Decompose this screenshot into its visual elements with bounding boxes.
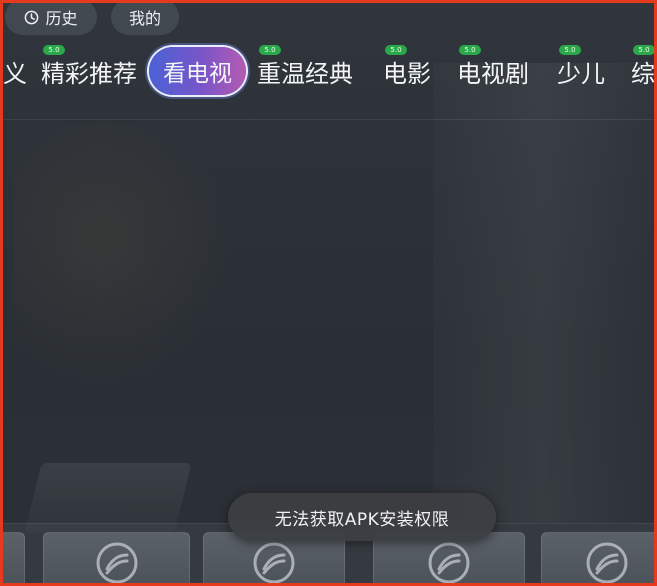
tab-label: 精彩推荐 bbox=[41, 59, 137, 88]
tab-label: 重温经典 bbox=[257, 59, 353, 88]
tab-label: 综 bbox=[631, 59, 655, 88]
tab-badge: 5.0 bbox=[259, 45, 281, 55]
tab-classics[interactable]: 5.0 重温经典 bbox=[257, 45, 353, 91]
history-button[interactable]: 历史 bbox=[5, 3, 97, 35]
content-tile[interactable] bbox=[3, 532, 25, 583]
toast-text: 无法获取APK安装权限 bbox=[274, 509, 450, 530]
tab-watch-tv-active[interactable]: 看电视 bbox=[149, 47, 246, 95]
tab-badge: 5.0 bbox=[559, 45, 581, 55]
tab-label: 电影 bbox=[383, 59, 431, 88]
tab-partial-left[interactable]: 义 bbox=[3, 51, 27, 91]
tab-badge: 5.0 bbox=[459, 45, 481, 55]
toast-message: 无法获取APK安装权限 bbox=[228, 493, 496, 541]
clock-icon bbox=[25, 10, 39, 24]
tv-screen: 历史 我的 义 5.0 精彩推荐 看电视 5.0 重温经典 5.0 电影 5.0… bbox=[0, 0, 657, 586]
tab-featured[interactable]: 5.0 精彩推荐 bbox=[41, 45, 137, 91]
tab-badge: 5.0 bbox=[385, 45, 407, 55]
category-nav: 义 5.0 精彩推荐 看电视 5.0 重温经典 5.0 电影 5.0 电视剧 5… bbox=[3, 43, 655, 99]
tab-badge: 5.0 bbox=[43, 45, 65, 55]
nav-divider bbox=[3, 119, 654, 120]
screen-reflection bbox=[433, 63, 653, 523]
mine-label: 我的 bbox=[128, 9, 161, 28]
screen-reflection bbox=[13, 123, 233, 383]
tab-badge: 5.0 bbox=[633, 45, 654, 55]
content-tile[interactable] bbox=[541, 532, 654, 583]
tab-movies[interactable]: 5.0 电影 bbox=[383, 45, 431, 91]
tab-kids[interactable]: 5.0 少儿 bbox=[557, 45, 605, 91]
tab-label: 义 bbox=[3, 59, 27, 88]
tab-tv-series[interactable]: 5.0 电视剧 bbox=[457, 45, 529, 91]
brand-logo-icon bbox=[253, 542, 295, 583]
brand-logo-icon bbox=[586, 542, 628, 583]
tab-label: 看电视 bbox=[163, 61, 232, 87]
tab-label: 少儿 bbox=[557, 59, 605, 88]
brand-logo-icon bbox=[428, 542, 470, 583]
top-buttons-bar: 历史 我的 bbox=[3, 3, 654, 39]
tab-label: 电视剧 bbox=[457, 59, 529, 88]
content-tile[interactable] bbox=[43, 532, 190, 583]
tab-partial-right[interactable]: 5.0 综 bbox=[631, 45, 655, 91]
history-label: 历史 bbox=[45, 9, 78, 28]
mine-button[interactable]: 我的 bbox=[111, 3, 179, 35]
brand-logo-icon bbox=[96, 542, 137, 583]
